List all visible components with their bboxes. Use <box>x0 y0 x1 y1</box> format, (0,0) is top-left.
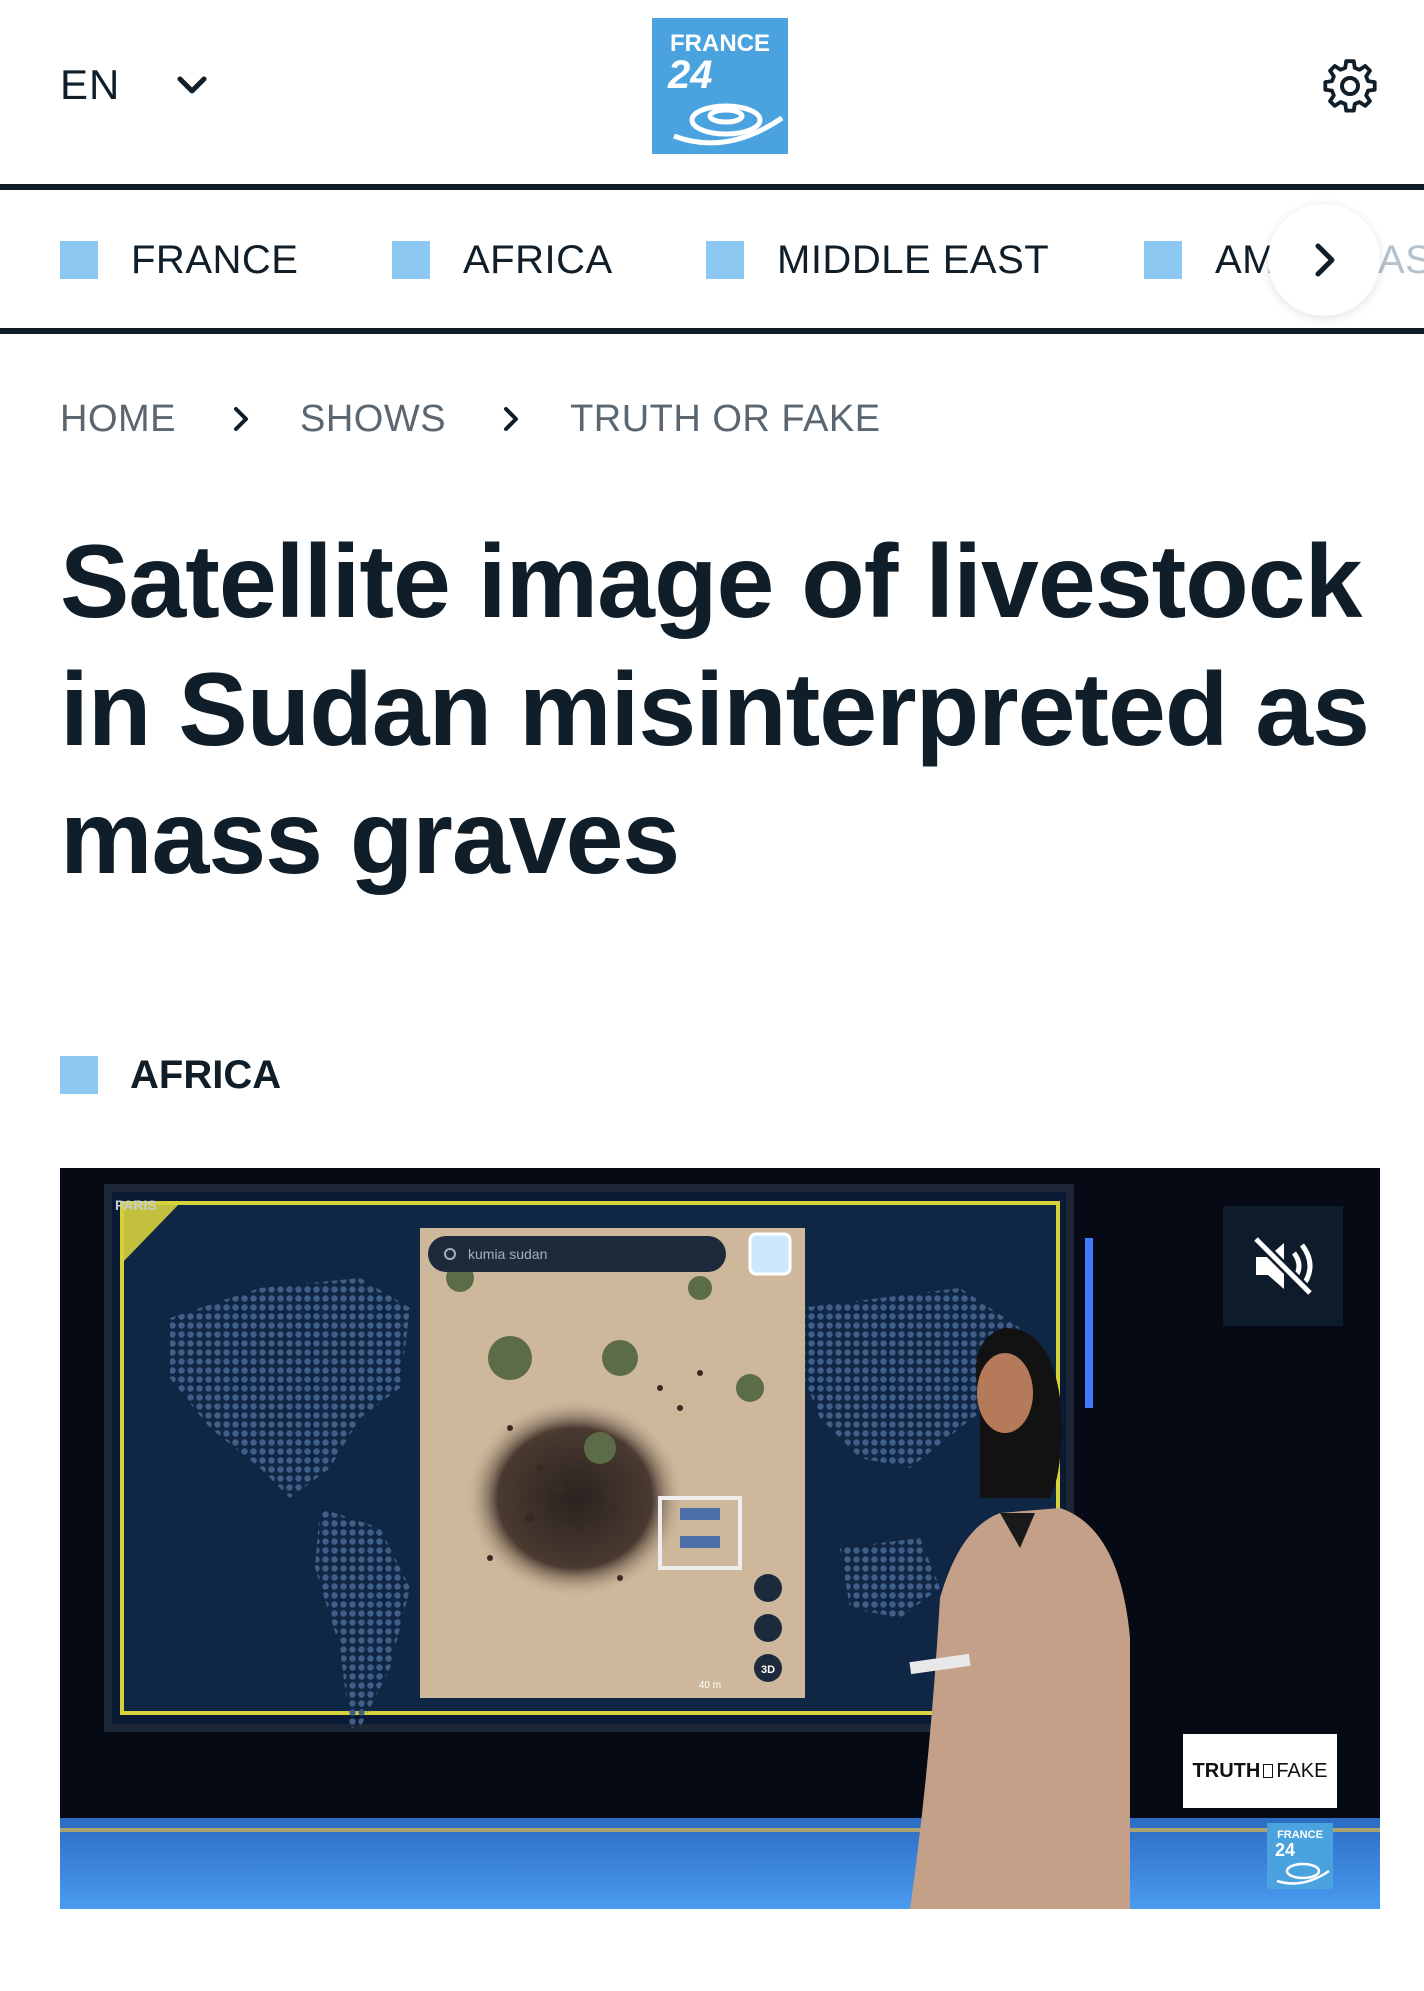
nav-divider <box>0 328 1424 334</box>
nav-item-label: MIDDLE EAST <box>777 237 1050 282</box>
nav-item-africa[interactable]: AFRICA <box>392 237 613 283</box>
volume-muted-icon <box>1252 1235 1314 1297</box>
top-header: EN FRANCE 24 <box>0 0 1424 185</box>
breadcrumb-shows[interactable]: SHOWS <box>300 398 446 441</box>
breadcrumb-truth-or-fake[interactable]: TRUTH OR FAKE <box>570 398 881 441</box>
chevron-down-icon <box>177 76 207 94</box>
nav-item-label: AFRICA <box>463 237 613 282</box>
language-selector[interactable]: EN <box>60 60 212 110</box>
france24-logo[interactable]: FRANCE 24 <box>652 18 788 154</box>
video-frame: PARIS kumia sudan 3D 40 m <box>60 1168 1380 1909</box>
header-divider <box>0 184 1424 190</box>
nav-item-label: AM <box>1215 237 1276 282</box>
screen-label: PARIS <box>115 1197 157 1213</box>
badge-fake: FAKE <box>1276 1759 1328 1782</box>
mute-toggle-button[interactable] <box>1223 1206 1343 1326</box>
logo-line2: 24 <box>667 53 713 97</box>
nav-item-label: FRANCE <box>131 237 299 282</box>
category-tag-label: AFRICA <box>130 1052 282 1097</box>
chevron-right-icon <box>234 407 248 431</box>
breadcrumb: HOME SHOWS TRUTH OR FAKE <box>60 394 881 444</box>
nav-scroll-next-button[interactable] <box>1268 204 1380 316</box>
settings-gear-icon[interactable] <box>1322 58 1378 114</box>
breadcrumb-home[interactable]: HOME <box>60 398 176 441</box>
france24-watermark-logo: FRANCE 24 <box>1267 1823 1333 1889</box>
badge-separator <box>1263 1764 1274 1778</box>
map-search-text: kumia sudan <box>468 1246 547 1262</box>
watermark-line2: 24 <box>1275 1840 1295 1860</box>
language-code: EN <box>60 61 121 108</box>
nav-item-middle-east[interactable]: MIDDLE EAST <box>706 237 1049 283</box>
category-square-icon <box>706 241 744 279</box>
chevron-right-icon <box>1315 243 1335 277</box>
map-scale-label: 40 m <box>699 1680 721 1691</box>
category-nav: FRANCE AFRICA MIDDLE EAST AM AS <box>0 192 1424 330</box>
badge-truth: TRUTH <box>1192 1759 1261 1782</box>
nav-item-label: AS <box>1378 237 1424 282</box>
category-square-icon <box>1144 241 1182 279</box>
nav-item-france[interactable]: FRANCE <box>60 237 298 283</box>
category-tag[interactable]: AFRICA <box>60 1052 282 1097</box>
nav-item-americas[interactable]: AM <box>1144 237 1276 283</box>
page-title: Satellite image of livestock in Sudan mi… <box>60 524 1370 896</box>
category-square-icon <box>60 241 98 279</box>
category-square-icon <box>60 1056 98 1094</box>
truth-or-fake-badge: TRUTH FAKE <box>1183 1734 1337 1808</box>
category-square-icon <box>392 241 430 279</box>
map-3d-button: 3D <box>761 1664 775 1676</box>
video-player[interactable]: PARIS kumia sudan 3D 40 m TRUTH FAKE FRA… <box>60 1168 1380 1909</box>
chevron-right-icon <box>504 407 519 431</box>
